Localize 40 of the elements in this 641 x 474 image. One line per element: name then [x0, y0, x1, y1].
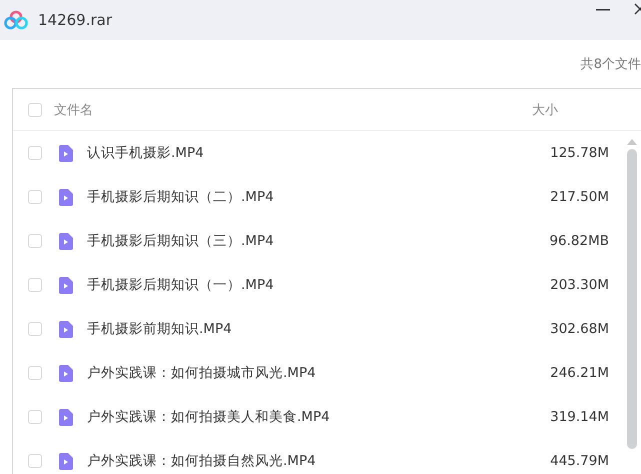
file-name[interactable]: 户外实践课：如何拍摄城市风光.MP4 [87, 364, 529, 382]
file-name[interactable]: 手机摄影后期知识（二）.MP4 [87, 188, 529, 206]
video-file-icon [59, 320, 73, 338]
row-checkbox[interactable] [28, 454, 42, 468]
video-file-icon [59, 188, 73, 206]
file-name[interactable]: 手机摄影后期知识（一）.MP4 [87, 276, 529, 294]
file-size: 319.14M [549, 409, 609, 425]
cloud-logo-icon [4, 10, 28, 30]
file-size: 217.50M [549, 189, 609, 205]
video-file-icon [59, 232, 73, 250]
select-all-checkbox[interactable] [28, 102, 42, 116]
file-name[interactable]: 户外实践课：如何拍摄自然风光.MP4 [87, 452, 529, 470]
video-file-icon [59, 408, 73, 426]
column-header: 文件名 [54, 102, 94, 118]
row-checkbox[interactable] [28, 146, 42, 160]
video-file-icon [59, 144, 73, 162]
file-count: 共8个文件 [580, 56, 641, 73]
row-checkbox[interactable] [28, 190, 42, 204]
video-file-icon [59, 364, 73, 382]
column-header: 大小 [532, 102, 558, 118]
file-size: 125.78M [549, 145, 609, 161]
window-title: 14269.rar [38, 11, 112, 29]
file-name[interactable]: 手机摄影前期知识.MP4 [87, 320, 529, 338]
row-checkbox[interactable] [28, 234, 42, 248]
scroll-up-icon[interactable] [627, 139, 637, 145]
file-size: 246.21M [549, 365, 609, 381]
file-size: 302.68M [549, 321, 609, 337]
row-checkbox[interactable] [28, 278, 42, 292]
file-size: 203.30M [549, 277, 609, 293]
row-checkbox[interactable] [28, 322, 42, 336]
minimize-icon[interactable] [596, 9, 610, 11]
video-file-icon [59, 276, 73, 294]
file-name[interactable]: 户外实践课：如何拍摄美人和美食.MP4 [87, 408, 529, 426]
file-name[interactable]: 手机摄影后期知识（三）.MP4 [87, 232, 529, 250]
file-size: 96.82MB [548, 233, 609, 249]
file-name[interactable]: 认识手机摄影.MP4 [87, 144, 529, 162]
file-size: 445.79M [549, 453, 609, 469]
row-checkbox[interactable] [28, 366, 42, 380]
video-file-icon [59, 452, 73, 470]
row-checkbox[interactable] [28, 410, 42, 424]
